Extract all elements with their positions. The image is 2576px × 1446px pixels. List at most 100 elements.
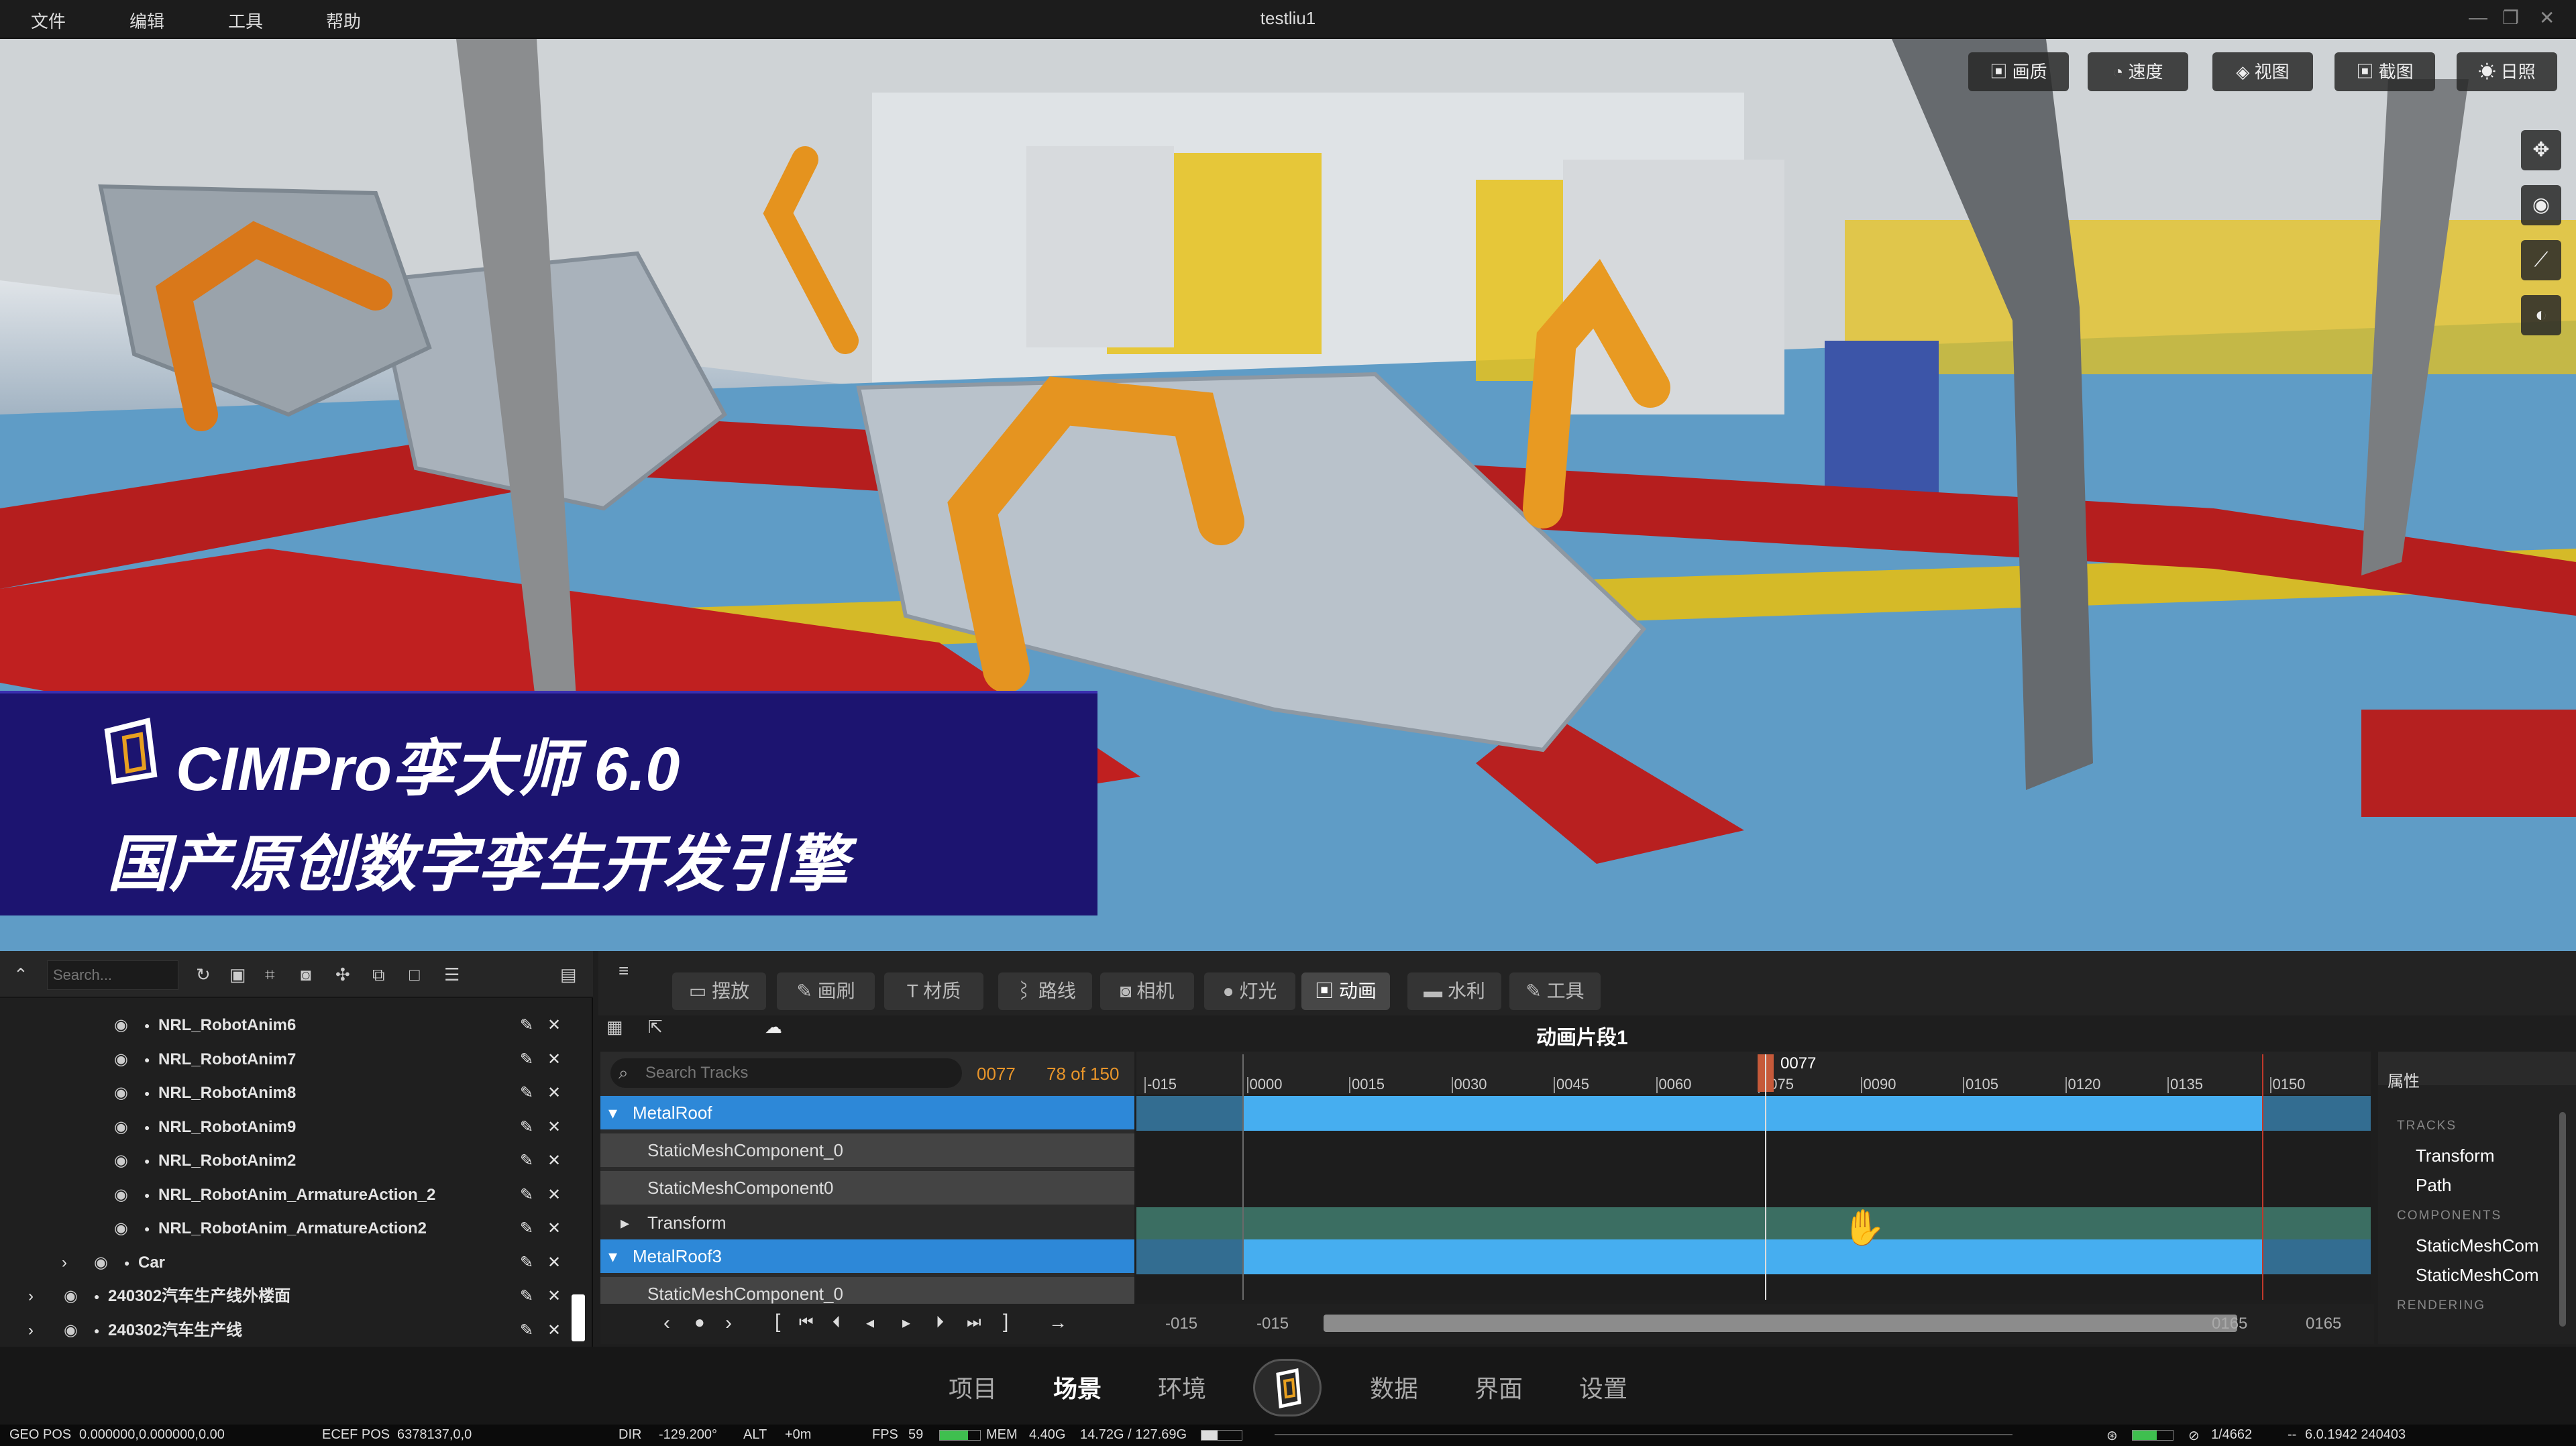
tab-3[interactable]: ⌇ 路线: [998, 972, 1092, 1010]
view-end-field[interactable]: 0165: [2212, 1315, 2247, 1333]
visibility-eye-icon[interactable]: ◉: [114, 1043, 128, 1076]
collapse-icon[interactable]: ⌃: [13, 951, 28, 998]
delete-icon[interactable]: ✕: [547, 1043, 561, 1076]
outliner-row[interactable]: ◉ ● NRL_RobotAnim8 ✎ ✕: [0, 1076, 590, 1110]
outliner-row[interactable]: › ◉ ● Car ✎ ✕: [0, 1246, 590, 1280]
edit-icon[interactable]: ✎: [520, 1009, 533, 1042]
refresh-icon[interactable]: ↻: [196, 951, 211, 998]
grid-icon[interactable]: ▤: [560, 951, 577, 998]
tab-1[interactable]: ✎ 画刷: [777, 972, 875, 1010]
metalroof3-track-bar[interactable]: [1242, 1239, 2262, 1274]
visibility-eye-icon[interactable]: ◉: [64, 1280, 78, 1313]
sunlight-button[interactable]: ☀ 日照: [2457, 52, 2557, 91]
nav-scene[interactable]: 场景: [1053, 1370, 1102, 1404]
delete-icon[interactable]: ✕: [547, 1144, 561, 1178]
table-icon[interactable]: ▦: [606, 1010, 623, 1044]
outliner-search-input[interactable]: [47, 960, 178, 990]
nav-environment[interactable]: 环境: [1158, 1370, 1206, 1404]
step-forward-icon[interactable]: ⏵: [936, 1313, 944, 1332]
view-button[interactable]: ◈ 视图: [2212, 52, 2313, 91]
track-row[interactable]: StaticMeshComponent_0: [600, 1133, 1134, 1167]
visibility-eye-icon[interactable]: ◉: [114, 1076, 128, 1110]
view-start-field[interactable]: -015: [1256, 1315, 1289, 1333]
outliner-row[interactable]: ◉ ● NRL_RobotAnim7 ✎ ✕: [0, 1043, 590, 1076]
track-row[interactable]: StaticMeshComponent0: [600, 1171, 1134, 1205]
step-back-icon[interactable]: ⏴: [833, 1313, 841, 1332]
play-reverse-icon[interactable]: ◂: [866, 1313, 874, 1333]
range-close-icon[interactable]: ]: [1003, 1311, 1008, 1333]
edit-icon[interactable]: ✎: [520, 1043, 533, 1076]
track-expand-icon[interactable]: ▾: [608, 1239, 617, 1273]
tab-4[interactable]: ◙ 相机: [1100, 972, 1194, 1010]
focus-icon[interactable]: ▣: [229, 951, 246, 998]
track-expand-icon[interactable]: ▸: [621, 1206, 629, 1239]
minimize-icon[interactable]: —: [2469, 7, 2487, 28]
track-row[interactable]: ▸ Transform: [600, 1206, 1134, 1239]
tab-5[interactable]: ● 灯光: [1204, 972, 1295, 1010]
outliner-row[interactable]: ◉ ● NRL_RobotAnim_ArmatureAction2 ✎ ✕: [0, 1212, 590, 1245]
outliner-row[interactable]: ◉ ● NRL_RobotAnim2 ✎ ✕: [0, 1144, 590, 1178]
delete-icon[interactable]: ✕: [547, 1076, 561, 1110]
cloud-icon[interactable]: ☁: [765, 1010, 782, 1044]
loop-icon[interactable]: →: [1049, 1312, 1067, 1333]
quality-button[interactable]: ▣ 画质: [1968, 52, 2069, 91]
track-row[interactable]: ▾ MetalRoof3: [600, 1239, 1134, 1273]
tab-8[interactable]: ✎ 工具: [1509, 972, 1601, 1010]
edit-icon[interactable]: ✎: [520, 1076, 533, 1110]
skip-start-icon[interactable]: ⏮: [799, 1313, 814, 1332]
move-icon[interactable]: ✥: [2521, 130, 2561, 170]
box-icon[interactable]: □: [409, 951, 420, 998]
restore-icon[interactable]: ❐: [2502, 7, 2519, 29]
edit-icon[interactable]: ✎: [520, 1111, 533, 1144]
prop-transform[interactable]: Transform: [2416, 1146, 2495, 1166]
close-icon[interactable]: ✕: [2539, 7, 2555, 29]
visibility-eye-icon[interactable]: ◉: [114, 1009, 128, 1042]
frame-icon[interactable]: ⌗: [265, 951, 275, 998]
nav-project[interactable]: 项目: [949, 1370, 997, 1404]
range-open-icon[interactable]: [: [775, 1311, 780, 1333]
outliner-row[interactable]: › ◉ ● 240302汽车生产线外楼面 ✎ ✕: [0, 1280, 590, 1313]
expand-arrow-icon[interactable]: ›: [62, 1246, 67, 1280]
range-start-field[interactable]: -015: [1165, 1315, 1197, 1333]
delete-icon[interactable]: ✕: [547, 1111, 561, 1144]
edit-icon[interactable]: ✎: [520, 1246, 533, 1280]
outliner-row[interactable]: › ◉ ● 240302汽车生产线 ✎ ✕: [0, 1314, 590, 1347]
delete-icon[interactable]: ✕: [547, 1246, 561, 1280]
play-icon[interactable]: ▸: [902, 1313, 910, 1333]
expand-arrow-icon[interactable]: ›: [28, 1314, 34, 1347]
track-row[interactable]: ▾ MetalRoof: [600, 1096, 1134, 1129]
outliner-row[interactable]: ◉ ● NRL_RobotAnim9 ✎ ✕: [0, 1111, 590, 1144]
outliner-row[interactable]: ◉ ● NRL_RobotAnim_ArmatureAction_2 ✎ ✕: [0, 1178, 590, 1212]
layers-icon[interactable]: ◐: [2521, 295, 2561, 335]
range-end-field[interactable]: 0165: [2306, 1315, 2341, 1333]
visibility-eye-icon[interactable]: ◉: [94, 1246, 108, 1280]
nav-data[interactable]: 数据: [1370, 1370, 1418, 1404]
current-frame[interactable]: 0077: [977, 1064, 1016, 1084]
edit-icon[interactable]: ✎: [520, 1178, 533, 1212]
visibility-eye-icon[interactable]: ◉: [64, 1314, 78, 1347]
gizmo-icon[interactable]: ✣: [335, 951, 350, 998]
search-tracks-input[interactable]: Search Tracks: [610, 1058, 962, 1088]
camera-icon[interactable]: ◙: [301, 951, 311, 998]
menu-icon[interactable]: ≡: [619, 947, 629, 994]
copy-icon[interactable]: ⧉: [372, 951, 385, 998]
edit-icon[interactable]: ✎: [520, 1144, 533, 1178]
visibility-eye-icon[interactable]: ◉: [114, 1178, 128, 1212]
prop-component-2[interactable]: StaticMeshCom: [2416, 1265, 2563, 1286]
prev-key-icon[interactable]: ‹: [663, 1312, 670, 1335]
screenshot-button[interactable]: ▣ 截图: [2334, 52, 2435, 91]
track-expand-icon[interactable]: ▾: [608, 1096, 617, 1129]
delete-icon[interactable]: ✕: [547, 1314, 561, 1347]
visibility-eye-icon[interactable]: ◉: [114, 1212, 128, 1245]
properties-scrollbar[interactable]: [2559, 1112, 2566, 1327]
edit-icon[interactable]: ✎: [520, 1314, 533, 1347]
globe-icon[interactable]: ◉: [2521, 185, 2561, 225]
list-icon[interactable]: ☰: [444, 951, 460, 998]
delete-icon[interactable]: ✕: [547, 1178, 561, 1212]
tab-2[interactable]: T 材质: [884, 972, 983, 1010]
delete-icon[interactable]: ✕: [547, 1212, 561, 1245]
timeline-scrollbar[interactable]: [1324, 1315, 2237, 1332]
skip-end-icon[interactable]: ⏭: [967, 1313, 981, 1332]
tab-6[interactable]: ▣ 动画: [1301, 972, 1390, 1010]
delete-icon[interactable]: ✕: [547, 1009, 561, 1042]
